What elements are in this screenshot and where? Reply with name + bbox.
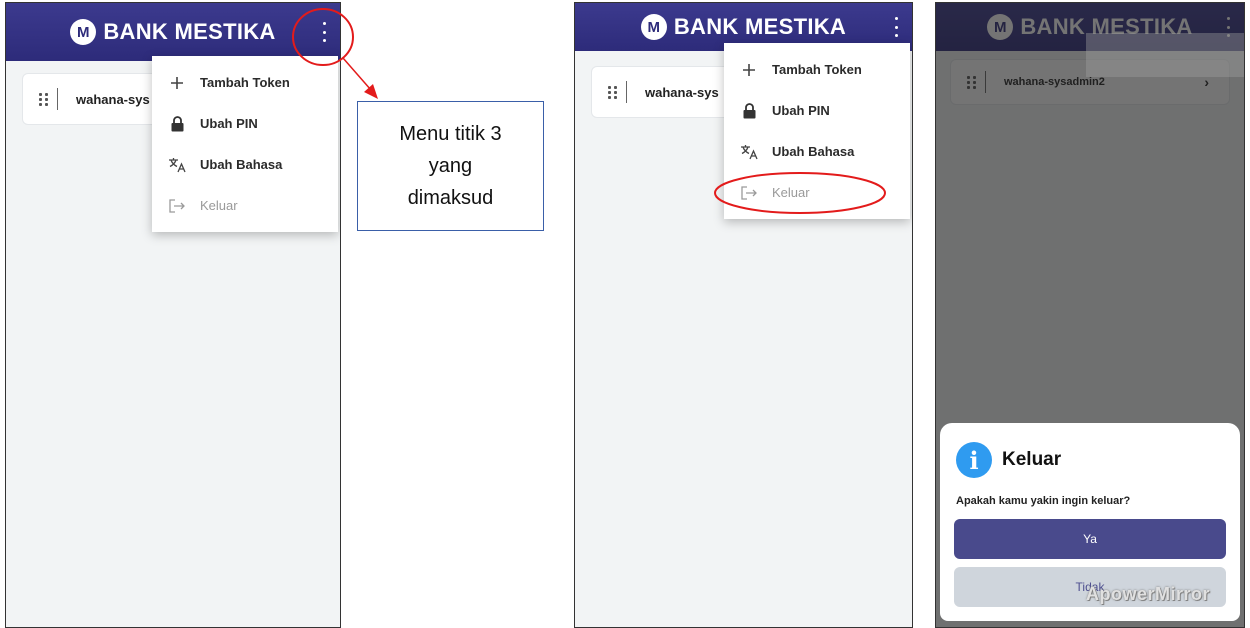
highlight-circle [292, 8, 354, 66]
highlight-ellipse-keluar [714, 172, 886, 214]
annotation-layer [292, 8, 886, 214]
annotation-arrow-line [342, 57, 372, 91]
annotation-arrowhead [364, 84, 378, 99]
